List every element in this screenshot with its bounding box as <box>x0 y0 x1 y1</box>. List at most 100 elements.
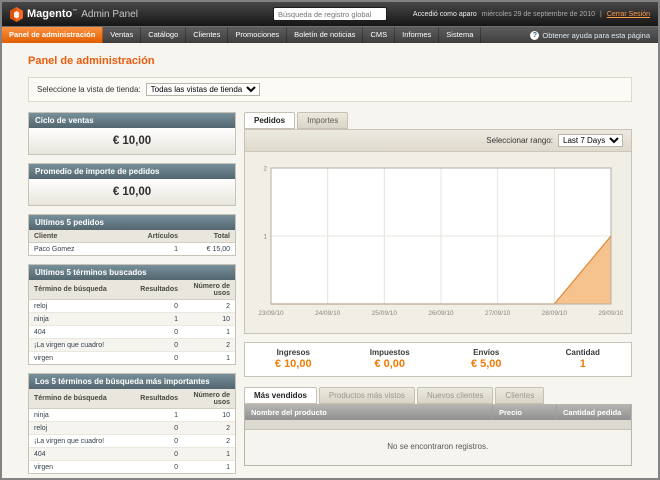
magento-logo-icon <box>10 7 23 22</box>
session-info: Accedió como aparo miércoles 29 de septi… <box>395 11 650 18</box>
grid-tab[interactable]: Nuevos clientes <box>417 387 493 404</box>
stat-label: Envíos <box>438 348 535 357</box>
stat-value: € 10,00 <box>245 358 342 370</box>
orders-chart-panel: Seleccionar rango: Last 7 Days 23/09/102… <box>244 129 632 334</box>
average-orders-panel: Promedio de importe de pedidos € 10,00 <box>28 163 236 206</box>
totals-bar: Ingresos € 10,00 Impuestos € 0,00 Envíos… <box>244 342 632 377</box>
svg-text:24/09/10: 24/09/10 <box>315 310 341 317</box>
chart-tab[interactable]: Importes <box>297 112 348 129</box>
column-header: Resultados <box>135 280 183 300</box>
grid-tab[interactable]: Más vendidos <box>244 387 317 404</box>
bestsellers-grid: Nombre del productoPrecioCantidad pedida… <box>244 404 632 466</box>
brand-name: Magento™ <box>27 8 77 20</box>
nav-item[interactable]: Panel de administración <box>2 27 103 43</box>
grid-column-header[interactable]: Nombre del producto <box>245 405 493 420</box>
current-date: miércoles 29 de septiembre de 2010 <box>482 11 595 18</box>
search-term-row[interactable]: ¡La virgen que cuadro!02 <box>29 339 235 352</box>
chart-tabs: PedidosImportes <box>244 112 632 129</box>
column-header: Número de usos <box>183 280 235 300</box>
total-stat: Impuestos € 0,00 <box>342 343 439 376</box>
help-label: Obtener ayuda para esta página <box>542 31 650 40</box>
panel-title: Ultimos 5 pedidos <box>29 215 235 230</box>
last-orders-panel: Ultimos 5 pedidos ClienteArtículosTotal … <box>28 214 236 256</box>
store-view-label: Seleccione la vista de tienda: <box>37 85 141 94</box>
grid-tab[interactable]: Productos más vistos <box>319 387 415 404</box>
column-header: Cliente <box>29 230 141 243</box>
last-search-terms-panel: Ultimos 5 términos buscados Término de b… <box>28 264 236 365</box>
grid-column-header[interactable]: Precio <box>493 405 557 420</box>
average-orders-value: € 10,00 <box>29 179 235 205</box>
nav-item[interactable]: Catálogo <box>141 27 186 43</box>
grid-tabs: Más vendidosProductos más vistosNuevos c… <box>244 387 632 404</box>
lifetime-sales-value: € 10,00 <box>29 128 235 154</box>
svg-text:1: 1 <box>263 234 267 241</box>
nav-item[interactable]: Sistema <box>439 27 481 43</box>
range-label: Seleccionar rango: <box>486 136 553 145</box>
range-select[interactable]: Last 7 Days <box>558 134 623 147</box>
column-header: Término de búsqueda <box>29 389 135 409</box>
logged-in-as: Accedió como aparo <box>413 11 477 18</box>
panel-title: Promedio de importe de pedidos <box>29 164 235 179</box>
column-header: Número de usos <box>183 389 235 409</box>
nav-menu: Panel de administraciónVentasCatálogoCli… <box>2 27 481 43</box>
search-term-row[interactable]: 40401 <box>29 326 235 339</box>
last-orders-table: ClienteArtículosTotal Paco Gomez1€ 15,00 <box>29 230 235 255</box>
search-term-row[interactable]: virgen01 <box>29 461 235 474</box>
main-nav: Panel de administraciónVentasCatálogoCli… <box>2 26 658 43</box>
panel-title: Ultimos 5 términos buscados <box>29 265 235 280</box>
stat-value: € 5,00 <box>438 358 535 370</box>
search-term-row[interactable]: ¡La virgen que cuadro!02 <box>29 435 235 448</box>
panel-title: Ciclo de ventas <box>29 113 235 128</box>
nav-item[interactable]: Informes <box>395 27 439 43</box>
svg-text:26/09/10: 26/09/10 <box>428 310 454 317</box>
stat-label: Ingresos <box>245 348 342 357</box>
top-search-terms-table: Término de búsquedaResultadosNúmero de u… <box>29 389 235 473</box>
svg-text:23/09/10: 23/09/10 <box>258 310 284 317</box>
column-header: Artículos <box>141 230 183 243</box>
empty-message: No se encontraron registros. <box>245 429 631 465</box>
svg-text:28/09/10: 28/09/10 <box>542 310 568 317</box>
chart-tab[interactable]: Pedidos <box>244 112 295 129</box>
total-stat: Ingresos € 10,00 <box>245 343 342 376</box>
grid-filter-row <box>245 420 631 429</box>
logout-link[interactable]: Cerrar Sesión <box>607 11 650 18</box>
search-term-row[interactable]: reloj02 <box>29 422 235 435</box>
dashboard-right-column: PedidosImportes Seleccionar rango: Last … <box>244 112 632 466</box>
nav-item[interactable]: CMS <box>363 27 395 43</box>
separator: | <box>600 11 602 18</box>
page-title: Panel de administración <box>28 55 632 67</box>
store-view-select[interactable]: Todas las vistas de tienda <box>146 83 260 96</box>
top-search-terms-panel: Los 5 términos de búsqueda más important… <box>28 373 236 474</box>
nav-item[interactable]: Clientes <box>186 27 228 43</box>
page-help-link[interactable]: ? Obtener ayuda para esta página <box>530 27 658 43</box>
trademark: ™ <box>72 8 77 14</box>
nav-item[interactable]: Ventas <box>103 27 141 43</box>
search-term-row[interactable]: ninja110 <box>29 409 235 422</box>
column-header: Término de búsqueda <box>29 280 135 300</box>
svg-text:27/09/10: 27/09/10 <box>485 310 511 317</box>
panel-title: Los 5 términos de búsqueda más important… <box>29 374 235 389</box>
search-term-row[interactable]: ninja110 <box>29 313 235 326</box>
search-term-row[interactable]: 40401 <box>29 448 235 461</box>
orders-area-chart: 23/09/10 24/09/10 25/09/10 26/09/10 27/09/10… <box>253 160 623 320</box>
top-header: Magento™ Admin Panel Accedió como aparo … <box>2 2 658 26</box>
global-search-input[interactable] <box>273 7 387 21</box>
magento-logo: Magento™ Admin Panel <box>10 7 265 22</box>
grid-tab[interactable]: Clientes <box>495 387 544 404</box>
help-icon: ? <box>530 31 539 40</box>
column-header: Resultados <box>135 389 183 409</box>
order-row[interactable]: Paco Gomez1€ 15,00 <box>29 243 235 256</box>
svg-text:25/09/10: 25/09/10 <box>372 310 398 317</box>
nav-item[interactable]: Promociones <box>228 27 287 43</box>
search-term-row[interactable]: virgen01 <box>29 352 235 365</box>
nav-item[interactable]: Boletín de noticias <box>287 27 363 43</box>
stat-value: 1 <box>535 358 632 370</box>
stat-label: Impuestos <box>342 348 439 357</box>
lifetime-sales-panel: Ciclo de ventas € 10,00 <box>28 112 236 155</box>
column-header: Total <box>183 230 235 243</box>
grid-column-header[interactable]: Cantidad pedida <box>557 405 631 420</box>
search-term-row[interactable]: reloj02 <box>29 300 235 313</box>
stat-value: € 0,00 <box>342 358 439 370</box>
last-search-terms-table: Término de búsquedaResultadosNúmero de u… <box>29 280 235 364</box>
admin-window: Magento™ Admin Panel Accedió como aparo … <box>0 0 660 480</box>
